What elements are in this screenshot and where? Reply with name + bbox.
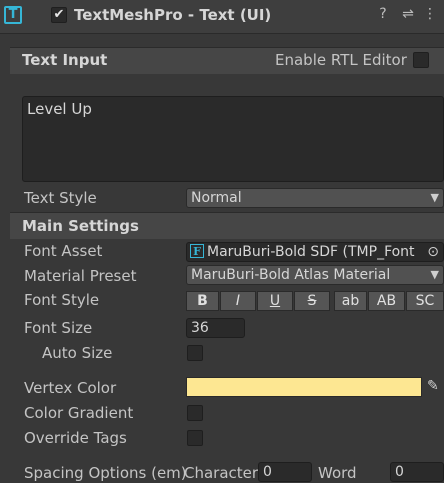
font-size-field[interactable]: 36	[186, 318, 245, 338]
text-style-label: Text Style	[24, 189, 97, 207]
material-preset-dropdown[interactable]: MaruBuri-Bold Atlas Material ▼	[186, 265, 444, 285]
auto-size-checkbox[interactable]	[187, 345, 203, 361]
color-gradient-label: Color Gradient	[24, 404, 134, 422]
text-input-area[interactable]: Level Up	[22, 96, 444, 182]
font-style-underline-button[interactable]: U	[257, 291, 293, 311]
word-spacing-label: Word	[318, 464, 357, 482]
text-style-value: Normal	[191, 190, 242, 206]
material-preset-label: Material Preset	[24, 267, 137, 285]
font-size-label: Font Size	[24, 319, 93, 337]
auto-size-label: Auto Size	[42, 344, 113, 362]
override-tags-label: Override Tags	[24, 429, 127, 447]
main-settings-section-label: Main Settings	[22, 217, 139, 235]
vertex-color-label: Vertex Color	[24, 379, 117, 397]
word-spacing-field[interactable]: 0	[390, 462, 444, 482]
character-spacing-label: Character	[184, 464, 259, 482]
eyedropper-icon[interactable]: ✎	[427, 378, 439, 394]
font-style-smallcaps-button[interactable]: SC	[406, 291, 444, 311]
override-tags-checkbox[interactable]	[187, 430, 203, 446]
material-preset-value: MaruBuri-Bold Atlas Material	[191, 267, 391, 283]
character-spacing-field[interactable]: 0	[258, 462, 312, 482]
vertex-color-swatch[interactable]	[186, 377, 422, 397]
font-asset-field[interactable]: F MaruBuri-Bold SDF (TMP_Font ⊙	[186, 242, 444, 262]
presets-icon[interactable]: ⇌	[399, 6, 417, 22]
text-input-section-label: Text Input	[22, 51, 108, 69]
font-asset-label: Font Asset	[24, 242, 103, 260]
rtl-editor-checkbox[interactable]	[413, 52, 429, 68]
component-title: TextMeshPro - Text (UI)	[74, 6, 272, 24]
rtl-editor-label: Enable RTL Editor	[275, 51, 407, 69]
font-asset-value: MaruBuri-Bold SDF (TMP_Font	[207, 244, 415, 260]
font-style-lowercase-button[interactable]: ab	[334, 291, 367, 311]
font-style-bold-button[interactable]: B	[186, 291, 219, 311]
textmeshpro-component-icon: T	[4, 6, 22, 24]
component-enabled-checkbox[interactable]: ✔	[51, 7, 67, 23]
font-asset-icon: F	[190, 244, 204, 258]
dropdown-arrow-icon: ▼	[430, 268, 439, 281]
dropdown-arrow-icon: ▼	[430, 191, 439, 204]
font-style-italic-button[interactable]: I	[220, 291, 256, 311]
context-menu-icon[interactable]: ⋮	[421, 6, 439, 22]
font-style-uppercase-button[interactable]: AB	[368, 291, 405, 311]
spacing-options-label: Spacing Options (em)	[24, 464, 187, 482]
font-style-label: Font Style	[24, 291, 100, 309]
color-gradient-checkbox[interactable]	[187, 405, 203, 421]
font-style-strikethrough-button[interactable]: S	[294, 291, 330, 311]
text-style-dropdown[interactable]: Normal ▼	[186, 188, 444, 208]
help-icon[interactable]: ?	[374, 6, 392, 22]
object-picker-icon[interactable]: ⊙	[427, 243, 439, 261]
